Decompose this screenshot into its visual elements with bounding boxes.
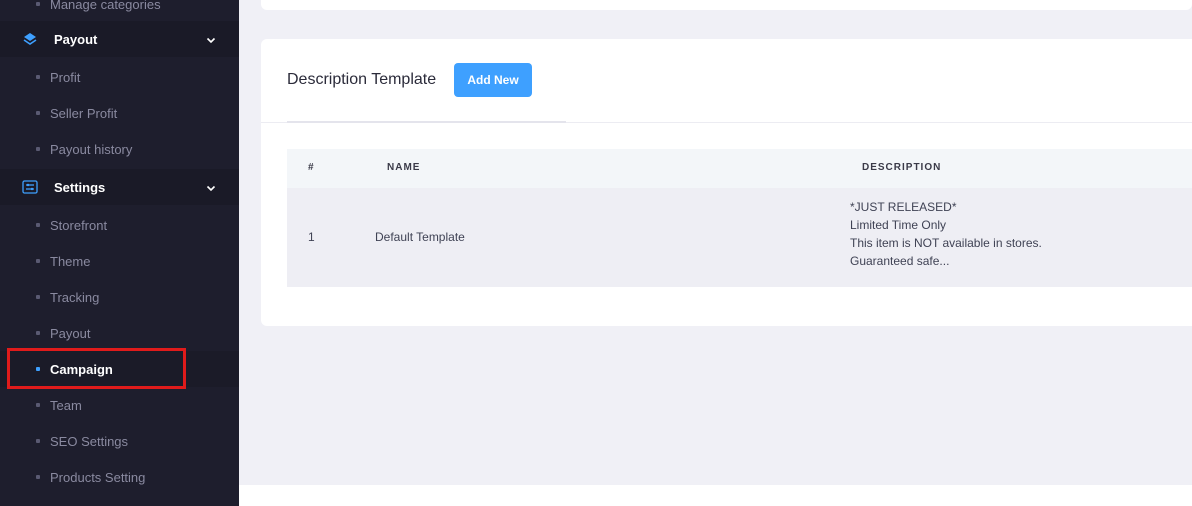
sidebar-item-label: Storefront	[50, 217, 108, 233]
row-description: *JUST RELEASED* Limited Time Only This i…	[850, 198, 1042, 270]
sidebar-item-products-setting[interactable]: Products Setting	[0, 459, 239, 495]
row-name: Default Template	[375, 230, 465, 244]
highlight-annotation-box	[7, 348, 186, 389]
column-header-name: NAME	[387, 162, 421, 173]
description-line: This item is NOT available in stores.	[850, 236, 1042, 250]
column-header-number: #	[308, 162, 315, 173]
bullet-icon	[36, 223, 40, 227]
chevron-down-icon	[205, 181, 217, 193]
sidebar: Manage categories Payout Profit Seller P…	[0, 0, 239, 506]
sidebar-item-label: SEO Settings	[50, 433, 129, 449]
sidebar-item-seller-profit[interactable]: Seller Profit	[0, 95, 239, 131]
sidebar-item-manage-categories[interactable]: Manage categories	[0, 0, 239, 22]
sidebar-section-label: Payout	[54, 31, 98, 47]
sidebar-item-payout-history[interactable]: Payout history	[0, 131, 239, 167]
sidebar-item-seo-settings[interactable]: SEO Settings	[0, 423, 239, 459]
bullet-icon	[36, 475, 40, 479]
bullet-icon	[36, 331, 40, 335]
description-template-card: Description Template Add New # NAME DESC…	[261, 39, 1192, 326]
table-row[interactable]: 1 Default Template *JUST RELEASED* Limit…	[287, 188, 1192, 287]
payout-icon	[22, 31, 38, 47]
sidebar-item-label: Products Setting	[50, 469, 146, 485]
sidebar-item-theme[interactable]: Theme	[0, 243, 239, 279]
description-line: *JUST RELEASED*	[850, 200, 957, 214]
sidebar-item-label: Manage categories	[50, 0, 161, 12]
bullet-icon	[36, 2, 40, 6]
sidebar-item-label: Theme	[50, 253, 91, 269]
row-number: 1	[308, 230, 315, 244]
column-header-description: DESCRIPTION	[862, 162, 942, 173]
settings-icon	[22, 179, 38, 195]
chevron-down-icon	[205, 33, 217, 45]
page-title: Description Template	[287, 71, 437, 88]
sidebar-item-label: Profit	[50, 69, 81, 85]
footer	[239, 485, 1192, 506]
bullet-icon	[36, 403, 40, 407]
bullet-icon	[36, 147, 40, 151]
bullet-icon	[36, 111, 40, 115]
sidebar-section-label: Settings	[54, 179, 106, 195]
bullet-icon	[36, 295, 40, 299]
description-line: Guaranteed safe...	[850, 254, 950, 268]
sidebar-item-payout[interactable]: Payout	[0, 315, 239, 351]
table-header: # NAME DESCRIPTION	[287, 149, 1192, 188]
bullet-icon	[36, 439, 40, 443]
sidebar-section-settings[interactable]: Settings	[0, 169, 239, 205]
sidebar-item-profit[interactable]: Profit	[0, 59, 239, 95]
add-new-button[interactable]: Add New	[454, 63, 532, 97]
sidebar-item-label: Seller Profit	[50, 105, 118, 121]
bullet-icon	[36, 75, 40, 79]
sidebar-item-tracking[interactable]: Tracking	[0, 279, 239, 315]
sidebar-item-team[interactable]: Team	[0, 387, 239, 423]
sidebar-item-label: Payout	[50, 325, 91, 341]
description-line: Limited Time Only	[850, 218, 947, 232]
top-card	[261, 0, 1192, 10]
sidebar-section-payout[interactable]: Payout	[0, 21, 239, 57]
sidebar-item-label: Payout history	[50, 141, 133, 157]
sidebar-item-label: Team	[50, 397, 82, 413]
bullet-icon	[36, 259, 40, 263]
sidebar-item-storefront[interactable]: Storefront	[0, 207, 239, 243]
tab-underline	[287, 121, 566, 123]
sidebar-item-label: Tracking	[50, 289, 100, 305]
